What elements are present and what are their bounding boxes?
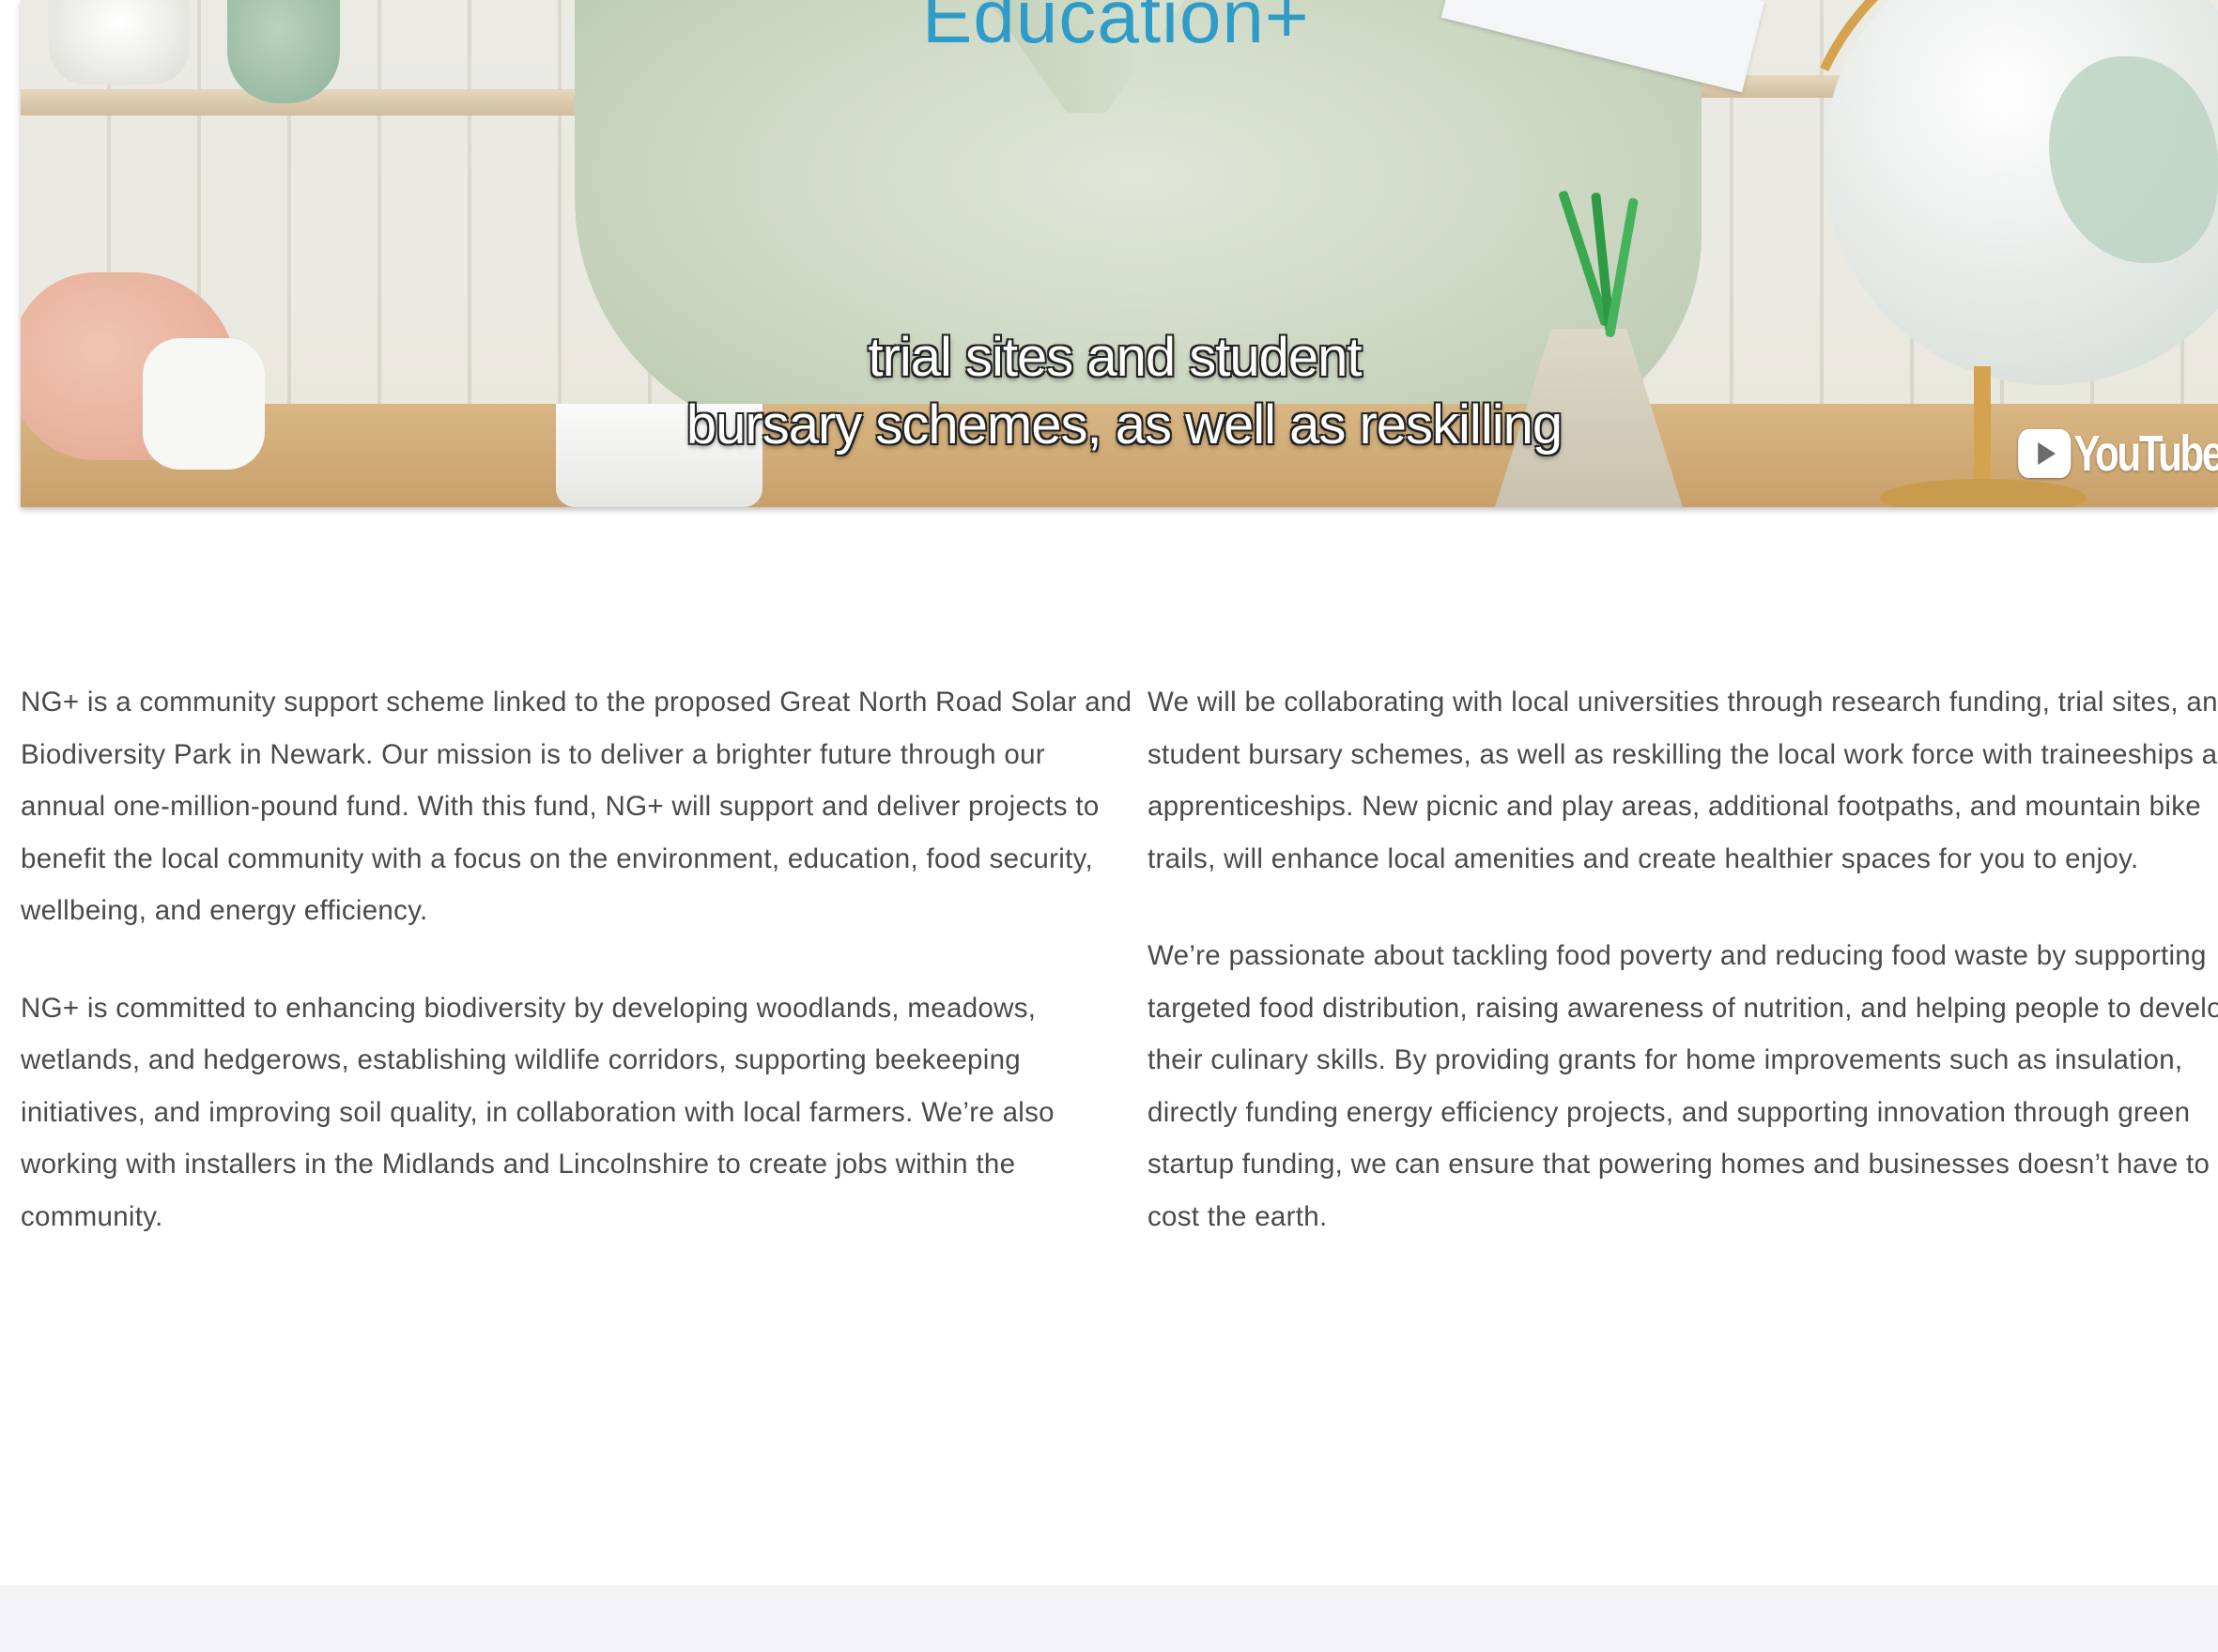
youtube-logo-link[interactable]: YouTube: [2018, 425, 2218, 483]
content-column-right: We will be collaborating with local univ…: [1148, 676, 2218, 1288]
video-title: Education+: [922, 0, 1310, 58]
content-column-left: NG+ is a community support scheme linked…: [21, 676, 1133, 1288]
youtube-logo-text: YouTube: [2073, 425, 2218, 482]
caption-line: trial sites and student: [868, 327, 1362, 388]
footer-band: [0, 1585, 2218, 1652]
youtube-play-icon: [2018, 429, 2072, 478]
page: Education+ trial sites and student bursa…: [0, 0, 2218, 1652]
caption-line: bursary schemes, as well as reskilling: [685, 394, 1563, 455]
paragraph: We’re passionate about tackling food pov…: [1148, 940, 2218, 1232]
video-frame-vase-white: [49, 0, 190, 85]
video-frame-vase-green: [227, 0, 340, 103]
paragraph: We will be collaborating with local univ…: [1148, 687, 2218, 874]
video-captions: trial sites and student bursary schemes,…: [21, 324, 2218, 459]
paragraph: NG+ is committed to enhancing biodiversi…: [21, 992, 1055, 1232]
video-player[interactable]: Education+ trial sites and student bursa…: [21, 0, 2218, 507]
paragraph: NG+ is a community support scheme linked…: [21, 687, 1132, 926]
